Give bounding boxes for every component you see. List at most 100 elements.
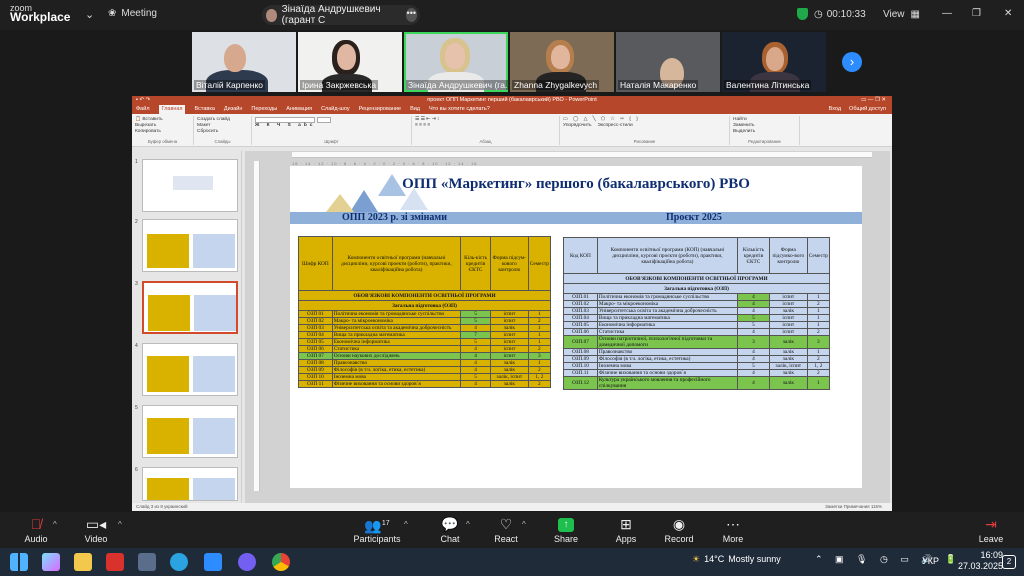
notification-badge[interactable]: 2: [1002, 555, 1016, 569]
chevron-down-icon[interactable]: ⌄: [85, 8, 94, 21]
status-zoom[interactable]: Заметки Примечания 115%: [825, 503, 882, 511]
share-link[interactable]: Общий доступ: [849, 105, 886, 114]
slide-thumbnail[interactable]: [142, 343, 238, 396]
participant-face: [224, 44, 246, 72]
tab-insert[interactable]: Вставка: [194, 105, 214, 114]
participant-tile[interactable]: Валентина Літинська: [722, 32, 826, 92]
tray-icons[interactable]: ⌃ ▣ 🎙 ◷ ▭ 🔊 🔋: [815, 554, 961, 565]
windows-start-icon[interactable]: [10, 553, 28, 571]
participant-tile[interactable]: Віталій Карпенко: [192, 32, 296, 92]
slide-thumbnail[interactable]: [142, 159, 238, 212]
table-row: ОЗП.11 Фізичне виховання та основи здоров…: [563, 369, 831, 377]
styles-button[interactable]: Экспресс-стили: [598, 123, 633, 129]
login-link[interactable]: Вход: [829, 105, 841, 114]
app-icon[interactable]: [138, 553, 156, 571]
video-options-caret[interactable]: ^: [118, 520, 122, 529]
more-label: More: [722, 534, 744, 544]
slide-thumbnail[interactable]: [142, 219, 238, 272]
tab-transitions[interactable]: Переходы: [251, 105, 277, 114]
leave-label: Leave: [978, 534, 1004, 544]
zoom-controls-bar: 🎙̸ Audio ^ ▭◂ Video ^ 👥17 Participants ^…: [0, 512, 1024, 548]
restore-icon[interactable]: ❐: [972, 8, 981, 19]
speaker-more-button[interactable]: •••: [405, 8, 417, 22]
camera-icon: ▭◂: [85, 516, 107, 532]
semester-cell: 2: [806, 328, 831, 336]
code-cell: ОЗП 01: [298, 310, 333, 318]
section-row: ОБОВ'ЯЗКОВІ КОМПОНЕНТИ ОСВІТНЬОЇ ПРОГРАМ…: [563, 273, 830, 284]
slide-thumbnail[interactable]: [142, 467, 238, 501]
participant-tile[interactable]: Zhanna Zhygalkevych: [510, 32, 614, 92]
react-options-caret[interactable]: ^: [522, 520, 526, 529]
reset-button[interactable]: Сбросить: [197, 129, 248, 135]
paw-icon: ❀: [108, 8, 117, 19]
participant-gallery: Віталій Карпенко Ірина Закржевська Зінаї…: [190, 32, 830, 92]
minimize-icon[interactable]: —: [942, 8, 952, 19]
control-form-cell: іспит: [489, 310, 529, 318]
file-explorer-icon[interactable]: [74, 553, 92, 571]
clock[interactable]: 16:09 27.03.2025: [958, 550, 1003, 572]
tab-design[interactable]: Дизайн: [224, 105, 243, 114]
participant-tile[interactable]: Ірина Закржевська: [298, 32, 402, 92]
font-size-select[interactable]: [317, 117, 331, 123]
close-icon[interactable]: ✕: [1004, 8, 1012, 19]
react-button[interactable]: ♡ React: [476, 512, 536, 544]
acrobat-icon[interactable]: [106, 553, 124, 571]
tab-animation[interactable]: Анимация: [286, 105, 312, 114]
tell-me-search[interactable]: Что вы хотите сделать?: [429, 105, 490, 114]
participants-options-caret[interactable]: ^: [404, 520, 408, 529]
share-button[interactable]: ↑ Share: [536, 512, 596, 544]
participant-name: Zhanna Zhygalkevych: [512, 80, 600, 90]
copy-button[interactable]: Копировать: [135, 129, 190, 135]
component-cell: Статистика: [331, 345, 462, 353]
view-menu[interactable]: View ▦: [883, 9, 920, 20]
select-button[interactable]: Выделить: [733, 129, 796, 135]
tab-file[interactable]: Файл: [136, 105, 150, 114]
video-button[interactable]: ▭◂ Video: [66, 512, 126, 544]
next-page-button[interactable]: ›: [842, 52, 862, 72]
component-cell: Вища та прикладна математика: [596, 314, 738, 322]
zoom-taskbar-icon[interactable]: [204, 553, 222, 571]
tab-view[interactable]: Вид: [410, 105, 420, 114]
shield-icon[interactable]: [797, 8, 808, 20]
tab-slideshow[interactable]: Слайд-шоу: [321, 105, 350, 114]
copilot-icon[interactable]: [42, 553, 60, 571]
component-cell: Іноземна мова: [331, 373, 462, 381]
telegram-icon[interactable]: [170, 553, 188, 571]
section-row: ОБОВ'ЯЗКОВІ КОМПОНЕНТИ ОСВІТНЬОЇ ПРОГРАМ…: [298, 290, 551, 301]
chrome-icon[interactable]: [272, 553, 290, 571]
credits-cell: 7: [460, 331, 491, 339]
participants-button[interactable]: 👥17 Participants: [346, 512, 408, 544]
slide-thumbnail[interactable]: [142, 405, 238, 458]
semester-cell: 1: [806, 348, 831, 356]
slide-thumbnail-selected[interactable]: [142, 281, 238, 334]
chat-options-caret[interactable]: ^: [466, 520, 470, 529]
window-controls-icon[interactable]: ▭ — ❐ ✕: [861, 96, 886, 105]
ribbon-group-paragraph: ☰ ☰ ⇤ ⇥ ↕ ≡ ≡ ≡ ≡ Абзац: [412, 116, 560, 145]
leave-button[interactable]: ⇥ Leave: [961, 512, 1021, 544]
participant-tile[interactable]: Наталія Макаренко: [616, 32, 720, 92]
weather-widget[interactable]: ☀ 14°C Mostly sunny: [692, 554, 781, 565]
current-slide[interactable]: ОПП «Маркетинг» першого (бакалаврського)…: [290, 166, 862, 488]
meeting-menu[interactable]: ❀ Meeting: [108, 8, 157, 19]
viber-icon[interactable]: [238, 553, 256, 571]
active-speaker-pill[interactable]: Зінаїда Андрушкевич (гарант С •••: [262, 4, 420, 26]
tab-home[interactable]: Главная: [158, 105, 186, 114]
language-indicator[interactable]: УКР: [922, 556, 939, 566]
align-icons[interactable]: ≡ ≡ ≡ ≡: [415, 123, 556, 129]
audio-button[interactable]: 🎙̸ Audio: [6, 512, 66, 544]
font-style-buttons[interactable]: Ж К Ч S abc: [255, 123, 408, 129]
participant-tile-active-speaker[interactable]: Зінаїда Андрушкевич (га...: [404, 32, 508, 92]
arrange-button[interactable]: Упорядочить: [563, 123, 592, 129]
save-icon[interactable]: ▪ ↶ ↷: [136, 96, 150, 105]
tab-review[interactable]: Рецензирование: [359, 105, 401, 114]
ribbon-group-font: Ж К Ч S abc Шрифт: [252, 116, 412, 145]
record-button[interactable]: ◉ Record: [649, 512, 709, 544]
more-button[interactable]: ⋯ More: [703, 512, 763, 544]
apps-button[interactable]: ⊞ Apps: [596, 512, 656, 544]
credits-cell: 3: [736, 335, 770, 349]
chat-button[interactable]: 💬 Chat: [420, 512, 480, 544]
subsection-cell: Загальна підготовка (ОЗП): [563, 283, 830, 294]
control-form-cell: іспит: [768, 293, 808, 301]
video-label: Video: [84, 534, 108, 544]
audio-options-caret[interactable]: ^: [53, 520, 57, 529]
